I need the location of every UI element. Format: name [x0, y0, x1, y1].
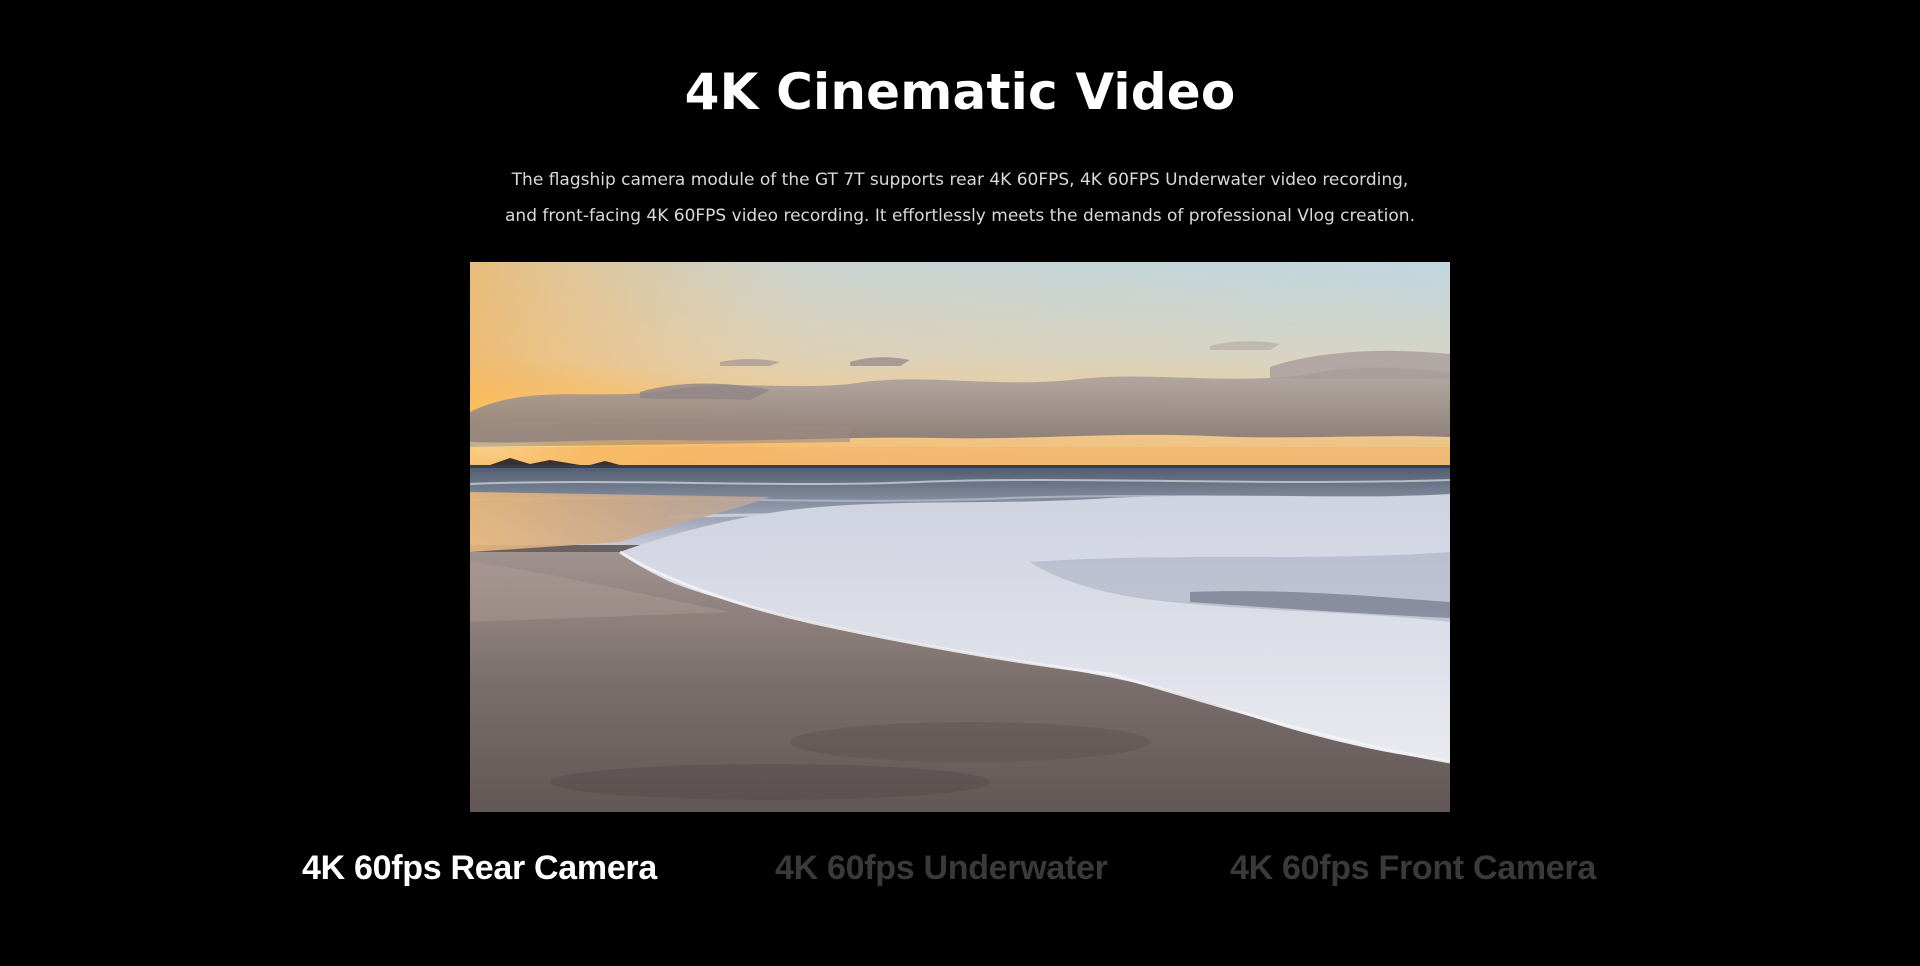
- camera-mode-tabs: 4K 60fps Rear Camera 4K 60fps Underwater…: [0, 838, 1920, 898]
- description-line-1: The flagship camera module of the GT 7T …: [511, 170, 1409, 190]
- section-title: 4K Cinematic Video: [684, 63, 1236, 121]
- description-line-2: and front-facing 4K 60FPS video recordin…: [505, 206, 1415, 226]
- tab-rear-camera[interactable]: 4K 60fps Rear Camera: [302, 838, 657, 898]
- beach-sunset-image: [470, 262, 1450, 812]
- tab-front-camera[interactable]: 4K 60fps Front Camera: [1230, 838, 1596, 898]
- beach-sunset-video[interactable]: [470, 262, 1450, 812]
- section-description: The flagship camera module of the GT 7T …: [460, 162, 1460, 234]
- tab-underwater[interactable]: 4K 60fps Underwater: [775, 838, 1108, 898]
